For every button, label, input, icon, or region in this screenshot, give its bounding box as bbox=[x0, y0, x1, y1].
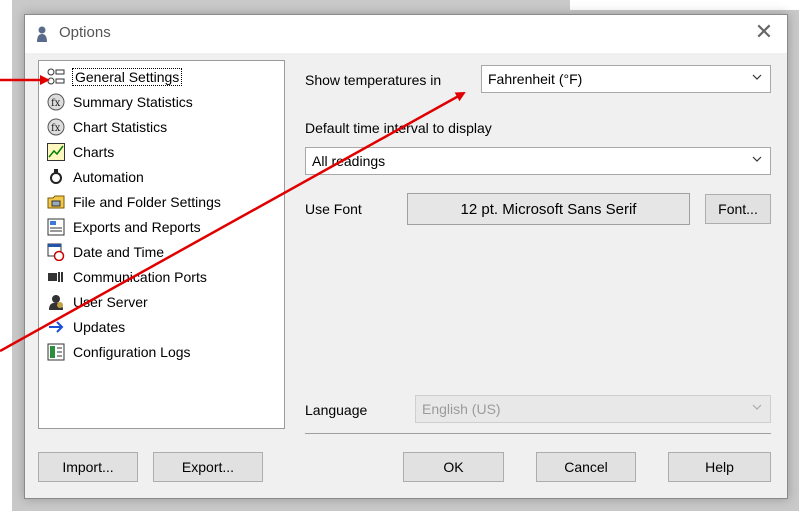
annotation-arrows bbox=[0, 75, 466, 353]
annotation-arrow-temperature bbox=[0, 91, 466, 353]
